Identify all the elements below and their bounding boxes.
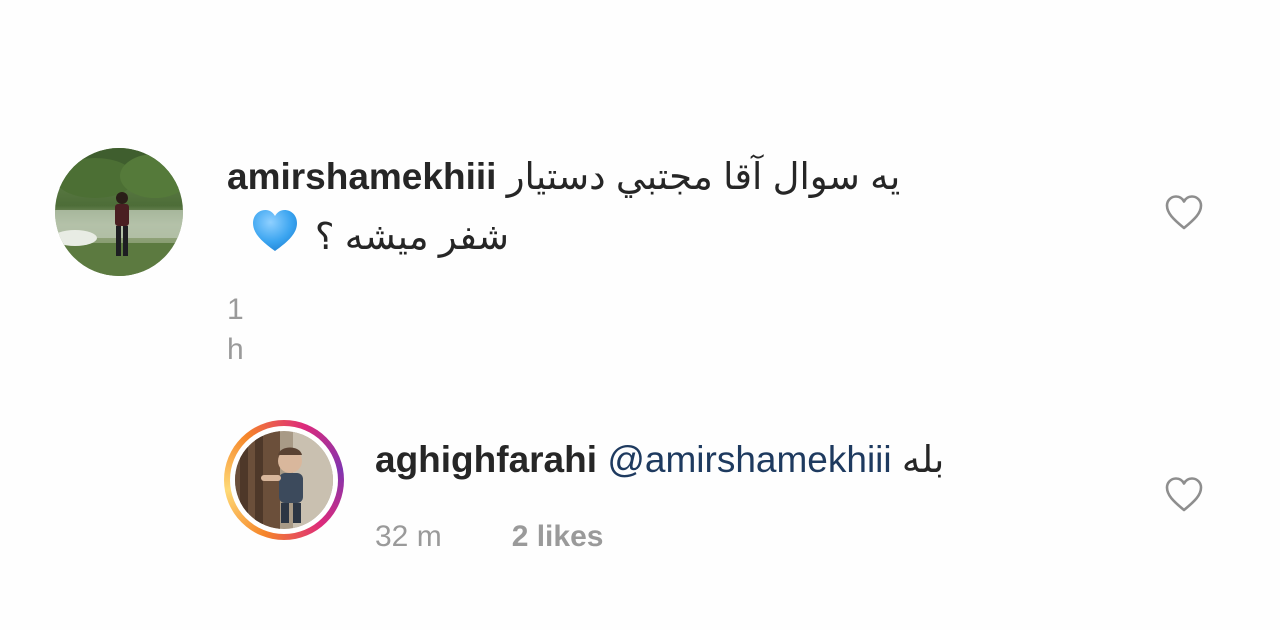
reply-text: aghighfarahi @amirshamekhiii بله [375,431,944,489]
avatar-photo [235,431,333,529]
reply-likes-count[interactable]: 2 likes [512,520,604,553]
avatar-ring-gap [230,426,338,534]
reply-meta: 32 m 2 likes [375,517,603,557]
heart-outline-icon[interactable] [1164,193,1204,233]
comment-body-line1: یه سوال آقا مجتبي دستيار [506,156,901,197]
comment-text-line2: شفر میشه ؟ [227,208,509,266]
comment-username[interactable]: amirshamekhiii [227,156,496,197]
blue-heart-icon [251,209,299,270]
heart-outline-icon[interactable] [1164,475,1204,515]
avatar-photo [55,148,183,276]
comment-timestamp[interactable]: 1 h [227,290,244,370]
reply-username[interactable]: aghighfarahi [375,439,597,480]
avatar[interactable] [55,148,183,276]
story-ring[interactable] [224,420,344,540]
comment-text: amirshamekhiii یه سوال آقا مجتبي دستيار [227,148,900,206]
comment-body-line2: شفر میشه ؟ [314,216,509,257]
reply-body: بله [901,439,945,480]
avatar[interactable] [235,431,333,529]
reply-timestamp[interactable]: 32 m [375,520,442,553]
reply-mention[interactable]: @amirshamekhiii [607,439,891,480]
